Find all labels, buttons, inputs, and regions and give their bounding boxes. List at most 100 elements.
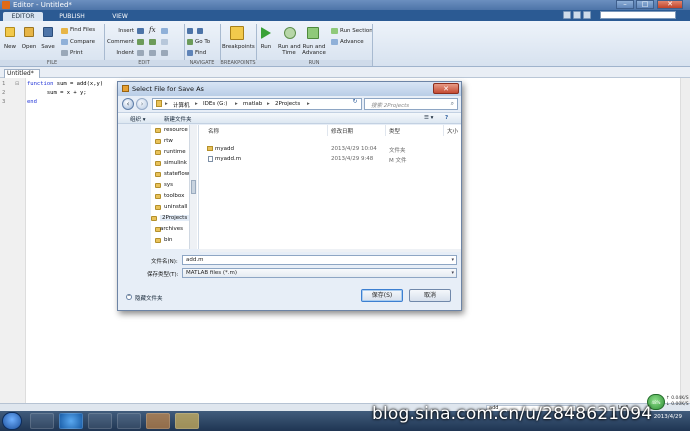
start-button[interactable] (2, 412, 22, 430)
indent-button[interactable]: Indent (110, 50, 134, 56)
tab-untitled[interactable]: Untitled* ✕ (4, 69, 40, 85)
quick-save-icon[interactable] (563, 11, 571, 19)
back-icon[interactable]: ‹ (122, 98, 134, 110)
code-line[interactable]: end (27, 99, 37, 105)
matlab-taskbar-icon[interactable] (146, 413, 170, 429)
filename-input[interactable]: add.m ▾ (182, 255, 457, 265)
breadcrumb-drive[interactable]: IDEs (G:) (203, 101, 227, 107)
search-input[interactable]: 搜索 2Projects ⌕ (364, 98, 458, 110)
close-button[interactable]: ✕ (657, 0, 683, 9)
insert-button[interactable]: Insert (110, 28, 134, 34)
media-taskbar-icon[interactable] (88, 413, 112, 429)
forward-arrow-icon[interactable] (197, 28, 203, 34)
nav-item-toolbox[interactable]: toolbox (164, 193, 184, 199)
column-size[interactable]: 大小 (447, 127, 458, 135)
outdent-icon[interactable] (161, 50, 168, 56)
column-type[interactable]: 类型 (389, 127, 400, 135)
forward-icon[interactable]: › (136, 98, 148, 110)
ie-taskbar-icon[interactable] (59, 413, 83, 429)
minimize-button[interactable]: – (616, 0, 634, 9)
tab-publish[interactable]: PUBLISH (52, 12, 92, 21)
fx-button[interactable]: fx (149, 26, 156, 34)
breadcrumb-2projects[interactable]: 2Projects (275, 101, 300, 107)
print-button[interactable]: Print (70, 50, 83, 56)
smart-indent-icon[interactable] (137, 50, 144, 56)
scroll-thumb[interactable] (191, 180, 196, 194)
maximize-button[interactable]: □ (636, 0, 654, 9)
quick-cut-icon[interactable] (573, 11, 581, 19)
compare-button[interactable]: Compare (70, 39, 95, 45)
breadcrumb-computer[interactable]: 计算机 (173, 101, 190, 109)
nav-item-stateflow[interactable]: stateflow (164, 171, 189, 177)
search-documentation-input[interactable] (600, 11, 676, 19)
file-row[interactable]: myadd 2013/4/29 10:04 文件夹 (199, 145, 461, 154)
folder-icon (155, 161, 161, 166)
column-name[interactable]: 名称 (208, 127, 219, 135)
format-icon[interactable] (161, 28, 168, 34)
find-files-button[interactable]: Find Files (70, 27, 95, 33)
breadcrumb-separator: ▸ (267, 101, 270, 107)
nav-item-rtw[interactable]: rtw (164, 138, 173, 144)
file-list-scrollbar[interactable] (199, 249, 461, 252)
section-edit: EDIT (104, 60, 184, 66)
advance-button[interactable]: Advance (340, 39, 364, 45)
go-to-button[interactable]: Go To (195, 39, 210, 45)
file-date: 2013/4/29 9:48 (331, 156, 374, 162)
open-button[interactable]: Open (21, 44, 37, 50)
breakpoints-button[interactable]: Breakpoints (222, 44, 255, 50)
indent-icon[interactable] (149, 50, 156, 56)
save-dialog-button[interactable]: 保存(S) (361, 289, 403, 302)
comment-button[interactable]: Comment (106, 39, 134, 45)
editor-scrollbar[interactable] (680, 78, 690, 403)
filetype-dropdown-icon[interactable]: ▾ (451, 269, 454, 277)
nav-item-bin[interactable]: bin (164, 237, 173, 243)
help-icon[interactable]: ? (445, 115, 448, 121)
filename-dropdown-icon[interactable]: ▾ (451, 256, 454, 264)
wrap-icon[interactable] (161, 39, 168, 45)
explorer-taskbar-icon[interactable] (30, 413, 54, 429)
file-row[interactable]: myadd.m 2013/4/29 9:48 M 文件 (199, 155, 461, 164)
code-line[interactable]: function sum = add(x,y) (27, 81, 103, 87)
fold-toggle-icon[interactable]: ⊟ (15, 81, 19, 87)
section-file: FILE (0, 60, 104, 66)
quick-undo-icon[interactable] (583, 11, 591, 19)
find-button[interactable]: Find (195, 50, 206, 56)
save-icon (43, 27, 53, 37)
back-arrow-icon[interactable] (187, 28, 193, 34)
address-bar[interactable]: ▸ 计算机 ▸ IDEs (G:) ▸ matlab ▸ 2Projects ▸… (152, 98, 378, 110)
column-date[interactable]: 修改日期 (331, 127, 353, 135)
folder-taskbar-icon[interactable] (175, 413, 199, 429)
filetype-select[interactable]: MATLAB files (*.m) ▾ (182, 268, 457, 278)
folder-icon (151, 216, 157, 221)
nav-item-runtime[interactable]: runtime (164, 149, 186, 155)
breadcrumb-matlab[interactable]: matlab (243, 101, 262, 107)
save-button[interactable]: Save (40, 44, 56, 50)
view-options-icon[interactable]: ☰ ▾ (424, 115, 433, 121)
run-and-advance-button[interactable]: Run and Advance (302, 44, 326, 56)
insert-icon[interactable] (137, 28, 144, 34)
comment-icon[interactable] (137, 39, 144, 45)
nav-item-uninstall[interactable]: uninstall (164, 204, 187, 210)
cancel-dialog-button[interactable]: 取消 (409, 289, 451, 302)
organize-menu[interactable]: 组织 ▾ (130, 115, 146, 123)
tab-view[interactable]: VIEW (100, 12, 140, 21)
run-button[interactable]: Run (257, 44, 275, 50)
tab-editor[interactable]: EDITOR (3, 12, 43, 21)
nav-item-sys[interactable]: sys (164, 182, 173, 188)
app-taskbar-icon[interactable] (117, 413, 141, 429)
section-run: RUN (256, 60, 372, 66)
nav-item-archives[interactable]: archives (160, 226, 183, 232)
refresh-icon[interactable]: ↻ (350, 98, 360, 108)
run-section-button[interactable]: Run Section (340, 28, 373, 34)
run-and-time-button[interactable]: Run and Time (278, 44, 301, 56)
uncomment-icon[interactable] (149, 39, 156, 45)
breadcrumb-separator: ▸ (195, 101, 198, 107)
new-button[interactable]: New (2, 44, 18, 50)
nav-item-resource[interactable]: resource (164, 127, 188, 133)
new-folder-button[interactable]: 新建文件夹 (164, 115, 192, 123)
code-line[interactable]: sum = x + y; (27, 90, 87, 96)
navigation-scrollbar[interactable] (189, 125, 197, 249)
nav-item-2projects[interactable]: 2Projects (160, 215, 190, 221)
dialog-close-button[interactable]: ✕ (433, 83, 459, 94)
nav-item-simulink[interactable]: simulink (164, 160, 187, 166)
